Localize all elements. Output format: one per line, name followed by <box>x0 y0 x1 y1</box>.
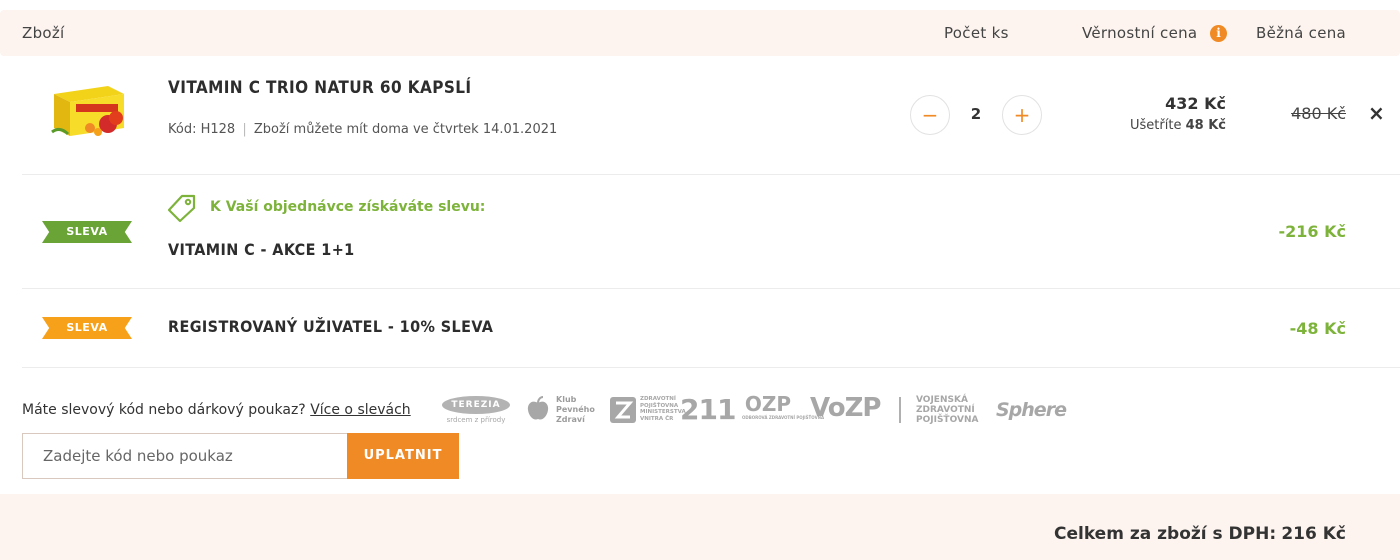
vozp-logo: VoZP <box>810 393 881 423</box>
vojenska-line: VOJENSKÁ <box>916 395 968 405</box>
ozp-logo: OZP ODBOROVÁ ZDRAVOTNÍ POJIŠŤOVNA <box>742 392 825 420</box>
discount-amount: -48 Kč <box>1289 319 1346 338</box>
increase-quantity-button[interactable]: + <box>1002 95 1042 135</box>
column-quantity: Počet ks <box>944 24 1009 42</box>
saving-line: Ušetříte 48 Kč <box>1080 118 1226 133</box>
sphere-logo: Sphere <box>996 399 1067 421</box>
discount-badge: SLEVA <box>42 317 132 339</box>
row-divider <box>22 367 1400 368</box>
zp211-logo-text: ZDRAVOTNÍ POJIŠŤOVNA MINISTERSTVA VNITRA… <box>640 396 686 422</box>
klub-line: Klub <box>556 395 577 404</box>
tag-icon <box>166 192 198 224</box>
discount-title: VITAMIN C - AKCE 1+1 <box>168 240 355 259</box>
klub-line: Pevného <box>556 405 595 414</box>
klub-pevneho-zdravi-logo: Klub Pevného Zdraví <box>556 395 595 425</box>
regular-price: 480 Kč <box>1291 104 1346 123</box>
voucher-input-wrapper <box>22 433 348 479</box>
apple-icon <box>526 396 550 422</box>
voucher-code-input[interactable] <box>23 434 347 478</box>
delivery-date: Zboží můžete mít doma ve čtvrtek 14.01.2… <box>253 122 558 137</box>
zp211-logo-number: 211 <box>680 393 736 426</box>
terezia-logo: TEREZIA srdcem z přírody <box>442 396 510 424</box>
vojenska-logo: VOJENSKÁ ZDRAVOTNÍ POJIŠŤOVNA <box>916 395 978 425</box>
product-code: Kód: H128 <box>168 122 236 137</box>
total-value: 216 Kč <box>1281 524 1346 544</box>
vojenska-line: POJIŠŤOVNA <box>916 415 979 425</box>
voucher-question-line: Máte slevový kód nebo dárkový poukaz? Ví… <box>22 402 411 418</box>
apply-voucher-button[interactable]: UPLATNIT <box>347 433 459 479</box>
product-name[interactable]: VITAMIN C TRIO NATUR 60 KAPSLÍ <box>168 78 471 98</box>
terezia-logo-text: TEREZIA <box>442 396 510 414</box>
decrease-quantity-button[interactable]: − <box>910 95 950 135</box>
terezia-logo-sub: srdcem z přírody <box>446 416 506 424</box>
info-icon[interactable]: i <box>1210 25 1227 42</box>
vojenska-logo-bar <box>899 397 901 423</box>
column-loyalty-price: Věrnostní cena <box>1082 24 1198 42</box>
column-regular-price: Běžná cena <box>1256 24 1347 42</box>
meta-separator: | <box>242 122 247 137</box>
klub-line: Zdraví <box>556 415 585 424</box>
saving-value: 48 Kč <box>1185 118 1226 133</box>
product-meta: Kód: H128 | Zboží můžete mít doma ve čtv… <box>168 122 557 137</box>
quantity-value[interactable]: 2 <box>960 105 992 123</box>
discount-notice: K Vaší objednávce získáváte slevu: <box>210 199 486 215</box>
discount-badge: SLEVA <box>42 221 132 243</box>
zp211-icon <box>610 397 636 423</box>
product-image[interactable] <box>50 80 128 142</box>
total-label: Celkem za zboží s DPH: <box>1054 524 1277 544</box>
ozp-logo-sub: ODBOROVÁ ZDRAVOTNÍ POJIŠŤOVNA <box>742 415 825 420</box>
vojenska-line: ZDRAVOTNÍ <box>916 405 975 415</box>
loyalty-price: 432 Kč <box>1165 94 1226 113</box>
remove-item-icon[interactable]: × <box>1368 101 1385 125</box>
discount-amount: -216 Kč <box>1278 222 1347 241</box>
ozp-logo-text: OZP <box>744 392 792 416</box>
column-product: Zboží <box>22 24 65 42</box>
row-divider <box>22 288 1400 289</box>
more-discounts-link[interactable]: Více o slevách <box>310 402 410 418</box>
row-divider <box>22 174 1400 175</box>
saving-label: Ušetříte <box>1130 118 1182 133</box>
discount-title: REGISTROVANÝ UŽIVATEL - 10% SLEVA <box>168 317 494 336</box>
voucher-question: Máte slevový kód nebo dárkový poukaz? <box>22 402 306 418</box>
